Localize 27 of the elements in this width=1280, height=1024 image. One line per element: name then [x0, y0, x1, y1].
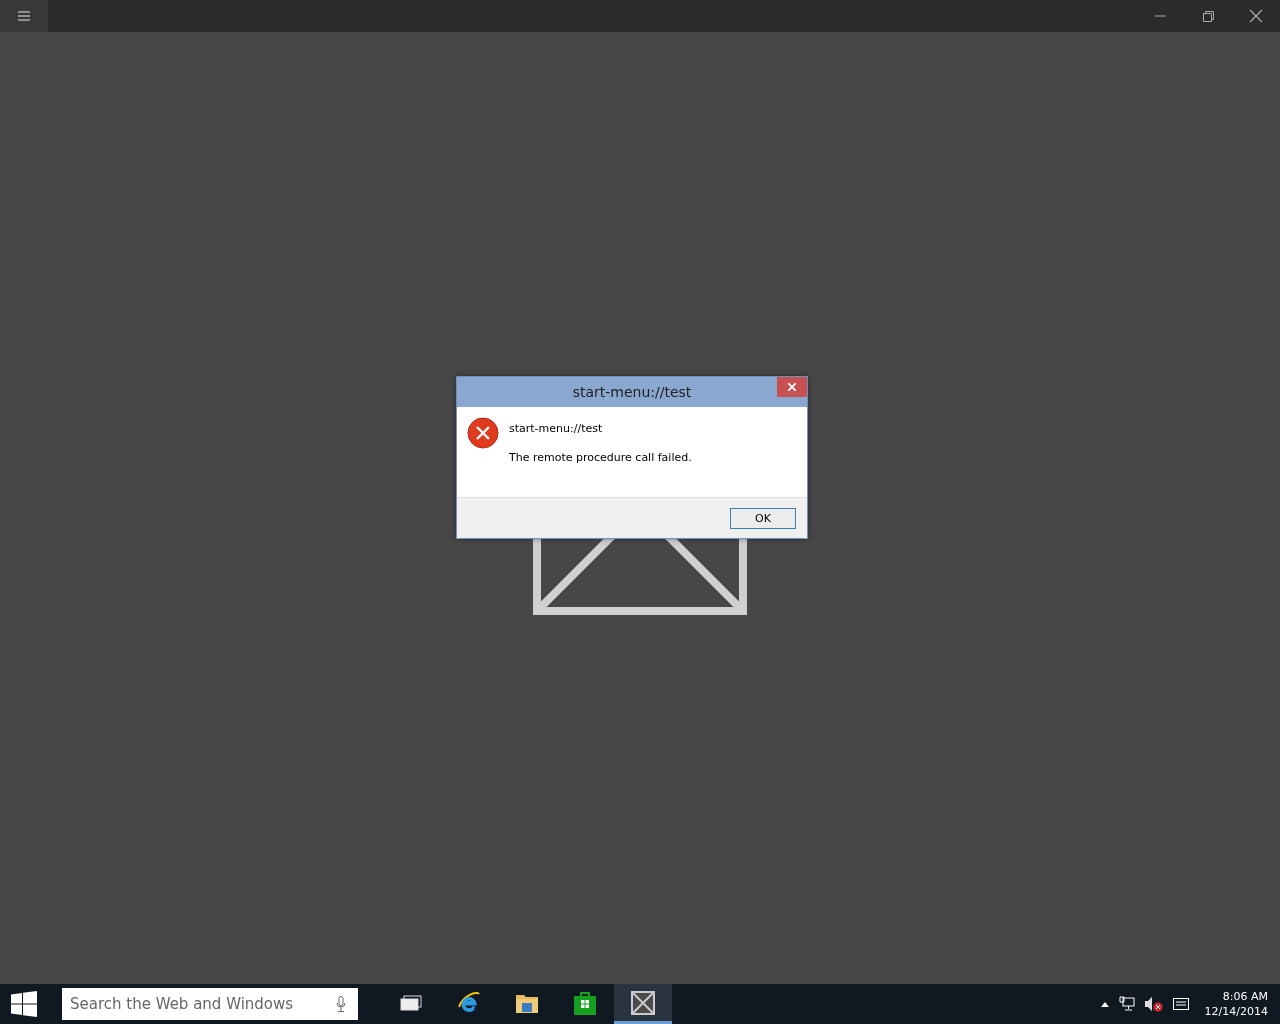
- clock[interactable]: 8:06 AM 12/14/2014: [1204, 989, 1268, 1019]
- error-message: The remote procedure call failed.: [509, 451, 692, 464]
- error-icon: [467, 417, 499, 449]
- caret-up-icon[interactable]: [1100, 1001, 1109, 1007]
- taskbar-app-button[interactable]: [614, 984, 672, 1024]
- dialog-close-button[interactable]: [777, 377, 807, 397]
- shopping-bag-icon: [573, 990, 597, 1015]
- taskview-icon: [400, 994, 422, 1011]
- clock-date: 12/14/2014: [1204, 1004, 1268, 1019]
- microphone-icon: [336, 996, 346, 1012]
- clock-time: 8:06 AM: [1222, 989, 1268, 1004]
- crossed-box-icon: [631, 990, 655, 1015]
- browser-e-icon: [457, 990, 481, 1015]
- muted-speaker-icon[interactable]: [1144, 996, 1163, 1012]
- search-field[interactable]: Search the Web and Windows: [62, 988, 358, 1020]
- close-icon: [1250, 10, 1262, 22]
- dialog-heading: start-menu://test: [509, 422, 604, 435]
- menu-icon: [18, 11, 30, 21]
- dialog-title: start-menu://test: [572, 384, 692, 400]
- restore-icon: [1202, 10, 1214, 22]
- message-icon[interactable]: [1172, 998, 1189, 1010]
- network-icon[interactable]: [1118, 996, 1135, 1012]
- menu-button[interactable]: [0, 0, 48, 32]
- windows-logo-icon: [11, 991, 37, 1017]
- close-icon: [788, 383, 796, 391]
- minimize-icon: [1154, 15, 1166, 17]
- ok-button[interactable]: OK: [730, 507, 796, 529]
